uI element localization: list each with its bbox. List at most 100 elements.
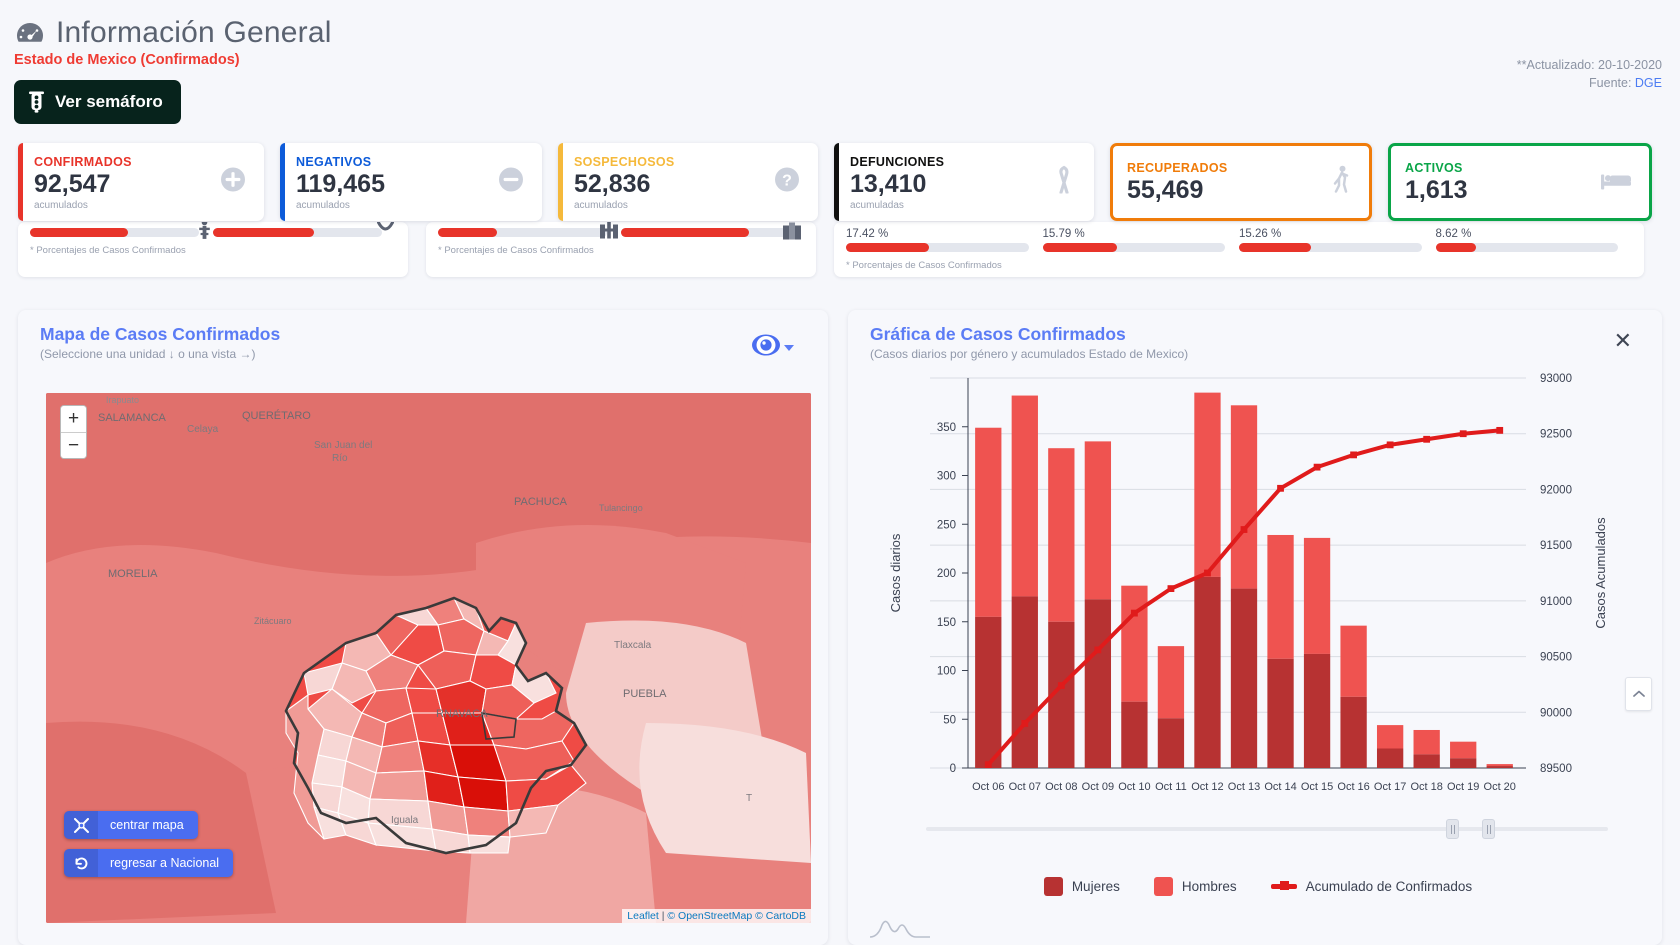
percent-segment [621,222,804,239]
cartodb-link[interactable]: © CartoDB [755,910,806,922]
scroll-up-button[interactable] [1625,677,1652,711]
percent-row: * Porcentajes de Casos Confirmados * Por [18,222,1662,277]
slider-track[interactable] [926,827,1608,831]
chart-x-tick: Oct 07 [1009,781,1041,793]
chart-x-tick: Oct 19 [1447,781,1479,793]
percent-fill [1239,243,1312,252]
leaflet-map[interactable]: Irapuato SALAMANCA QUERÉTARO Celaya San Juan… [46,393,811,923]
chart-y-tick: 50 [943,714,956,726]
chart-range-slider[interactable] [926,819,1608,839]
card-label: SOSPECHOSOS [574,155,675,170]
stat-cards-row: CONFIRMADOS 92,547 acumulados NEGATIVOS 119,… [18,143,1662,221]
stat-card-confirmados[interactable]: CONFIRMADOS 92,547 acumulados [18,143,264,221]
legend-label: Acumulado de Confirmados [1305,879,1473,894]
chart-bar-mujeres [1157,718,1185,768]
chart-bar-mujeres [1011,596,1038,768]
percent-label: 8.62 % [1435,228,1472,240]
chart-line-marker [1057,682,1065,689]
source-link[interactable]: DGE [1635,76,1662,90]
chart-panel-subtitle: (Casos diarios por género y acumulados E… [870,347,1189,361]
legend-item-hombres[interactable]: Hombres [1153,877,1237,896]
chart-y-tick: 100 [937,666,956,678]
ver-semaforo-label: Ver semáforo [55,92,163,111]
card-label: NEGATIVOS [296,155,372,170]
stat-card-defunciones[interactable]: DEFUNCIONES 13,410 acumuladas [834,143,1094,221]
chart-y-tick: 250 [937,519,956,531]
map-view-toggle[interactable] [751,334,794,361]
osm-link[interactable]: © OpenStreetMap [667,910,752,922]
stat-card-recuperados[interactable]: RECUPERADOS 55,469 [1110,143,1372,221]
chart-y2-tick: 90000 [1540,707,1572,719]
header-meta: **Actualizado: 20-10-2020 Fuente: DGE [1517,56,1662,92]
chart-bar-mujeres [1121,701,1148,768]
crosshair-icon [64,811,98,839]
sparkline-icon [870,920,930,938]
chart-bar-hombres [1413,729,1440,755]
gauge-icon [14,17,46,49]
percent-label: 17.42 % [846,228,889,240]
chart-bar-hombres [1048,448,1075,622]
center-map-button[interactable]: centrar mapa [64,811,198,839]
map-label: PUEBLA [623,688,667,700]
chart-bar-mujeres [1450,758,1477,768]
attrib-sep: | [661,910,665,922]
stat-card-sospechosos[interactable]: SOSPECHOSOS 52,836 acumulados? [558,143,818,221]
card-sublabel: acumulados [296,199,350,211]
return-national-button[interactable]: regresar a Nacional [64,849,234,877]
map-zoom-controls[interactable]: + − [60,405,87,459]
card-accent-bar [280,143,285,221]
legend-item-acumulado[interactable]: Acumulado de Confirmados [1270,879,1473,894]
map-label: QUERÉTARO [242,409,311,422]
chart-y-tick: 300 [937,471,956,483]
zoom-in-button[interactable]: + [61,406,86,432]
chart-y2-tick: 91500 [1540,540,1572,552]
chart-bar-mujeres [1194,576,1221,768]
card-sublabel: acumulados [574,199,628,211]
chart-line-marker [1386,441,1394,449]
dashboard-page: Información General Estado de Mexico (Co… [0,0,1680,945]
close-icon[interactable]: ✕ [1614,330,1632,352]
card-value: 55,469 [1127,176,1204,205]
chart-x-tick: Oct 17 [1374,781,1406,793]
traffic-light-icon [28,91,45,113]
male-icon [198,222,211,246]
card-accent-bar [18,143,23,221]
legend-line [1270,881,1297,890]
legend-label: Mujeres [1071,879,1120,894]
card-sublabel: acumulados [34,199,88,211]
leaflet-link[interactable]: Leaflet [627,910,659,922]
stat-card-activos[interactable]: ACTIVOS 1,613 [1388,143,1652,221]
percent-card-gender: * Porcentajes de Casos Confirmados [18,222,408,277]
chart-bar-mujeres [1340,696,1367,768]
page-title-row: Información General [0,0,1680,50]
map-label: Celaya [187,424,219,435]
chart-line-marker [1423,435,1431,443]
chart-line-marker [1313,463,1321,471]
chart-y-tick: 0 [950,763,956,775]
updated-text: **Actualizado: 20-10-2020 [1516,58,1662,72]
percent-track [846,243,1029,252]
chart-x-tick: Oct 13 [1228,781,1260,793]
percent-fill [1435,243,1477,252]
chart-bar-mujeres [1230,588,1258,768]
map-label: T [746,793,752,804]
legend-item-mujeres[interactable]: Mujeres [1043,877,1120,896]
percent-label: 15.26 % [1239,228,1282,240]
chart-x-tick: Oct 06 [972,781,1004,793]
chart-bar-hombres [975,427,1002,617]
ver-semaforo-button[interactable]: Ver semáforo [14,80,181,124]
legend-label: Hombres [1181,879,1237,894]
chart-panel: Gráfica de Casos Confirmados (Casos diar… [848,310,1662,945]
percent-track [1239,243,1422,252]
zoom-out-button[interactable]: − [61,432,86,458]
map-label: PACHUCA [514,496,568,508]
eye-icon [751,334,781,361]
chart-x-tick: Oct 18 [1410,781,1442,793]
percent-footnote: * Porcentajes de Casos Confirmados [846,260,1002,271]
slider-handle-right[interactable] [1482,819,1495,839]
walking-icon [1331,165,1351,199]
percent-track [1435,243,1618,252]
stat-card-negativos[interactable]: NEGATIVOS 119,465 acumulados [280,143,542,221]
chart-line-marker [984,761,992,769]
slider-handle-left[interactable] [1446,819,1459,839]
